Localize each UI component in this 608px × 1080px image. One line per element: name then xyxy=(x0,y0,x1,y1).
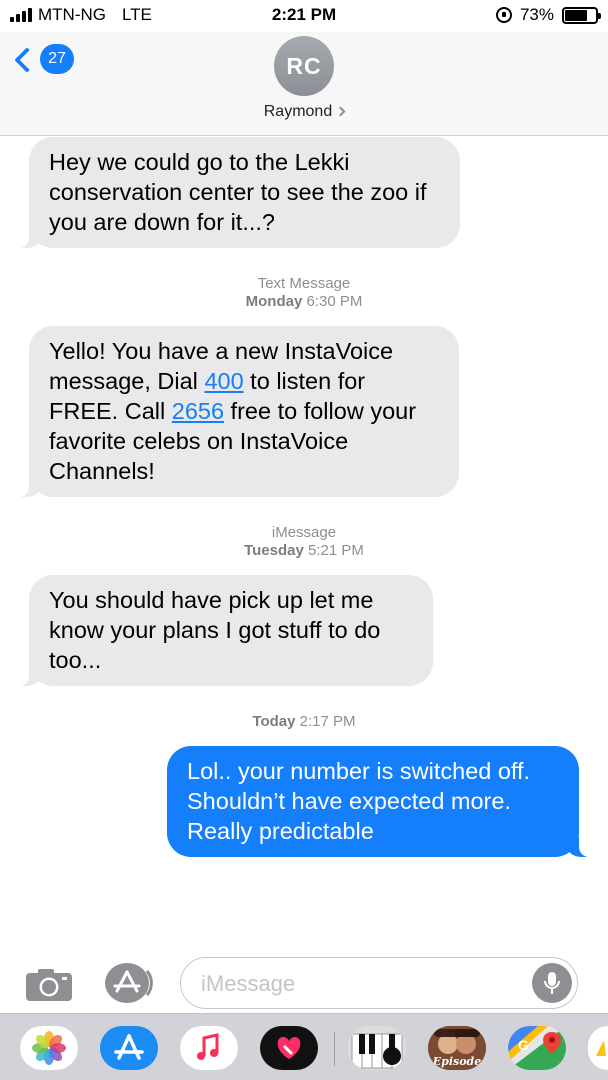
message-text: Hey we could go to the Lekki conservatio… xyxy=(49,149,427,235)
battery-percent: 73% xyxy=(519,5,554,24)
episode-app-icon[interactable]: Episode xyxy=(428,1026,486,1070)
svg-text:G: G xyxy=(518,1037,529,1053)
message-placeholder: iMessage xyxy=(201,971,296,996)
phone-link-2656[interactable]: 2656 xyxy=(172,398,224,424)
timestamp-day: Tuesday xyxy=(244,542,304,559)
input-bar: iMessage xyxy=(0,945,608,1017)
google-maps-app-icon[interactable]: G xyxy=(508,1026,566,1070)
timestamp-time: 5:21 PM xyxy=(308,542,364,559)
battery-fill xyxy=(565,9,587,21)
digital-touch-app-icon[interactable] xyxy=(260,1026,318,1070)
status-right: 73% xyxy=(495,5,601,25)
message-input[interactable]: iMessage xyxy=(180,957,578,1009)
microphone-icon[interactable] xyxy=(532,963,572,1003)
timestamp-day: Today xyxy=(252,713,296,730)
timestamp-day: Monday xyxy=(245,293,303,310)
camera-icon[interactable] xyxy=(24,967,74,1003)
rotation-lock-icon xyxy=(495,7,512,23)
incoming-message-bubble[interactable]: Yello! You have a new InstaVoice message… xyxy=(15,326,459,497)
unread-count-badge: 27 xyxy=(40,44,74,74)
timestamp-time: 2:17 PM xyxy=(299,713,356,730)
service-label: Text Message xyxy=(257,275,351,292)
photos-app-icon[interactable] xyxy=(20,1026,78,1070)
episode-app-label: Episode xyxy=(432,1055,482,1068)
outgoing-message-bubble[interactable]: Lol.. your number is switched off. Shoul… xyxy=(167,746,593,857)
status-bar: MTN-NG LTE 2:21 PM 73% xyxy=(0,0,608,32)
back-button[interactable]: 27 xyxy=(14,44,74,74)
app-store-app-icon[interactable] xyxy=(100,1026,158,1070)
app-store-icon[interactable] xyxy=(103,961,155,1005)
phone-link-400[interactable]: 400 xyxy=(204,368,243,394)
incoming-message-bubble[interactable]: You should have pick up let me know your… xyxy=(15,575,433,686)
timestamp-divider: Text Message Monday 6:30 PM xyxy=(0,275,608,311)
piano-app-icon[interactable] xyxy=(348,1026,406,1070)
message-text: Lol.. your number is switched off. Shoul… xyxy=(187,758,531,844)
contact-name-button[interactable]: Raymond xyxy=(0,103,608,121)
message-text: You should have pick up let me know your… xyxy=(49,587,381,673)
timestamp-divider: Today 2:17 PM xyxy=(0,713,608,731)
timestamp-time: 6:30 PM xyxy=(306,293,363,310)
chevron-left-icon xyxy=(14,47,40,73)
partial-app-icon[interactable] xyxy=(588,1026,608,1070)
conversation-header: 27 RC Raymond xyxy=(0,32,608,136)
service-label: iMessage xyxy=(271,524,337,541)
music-app-icon[interactable] xyxy=(180,1026,238,1070)
drawer-separator xyxy=(334,1032,335,1066)
contact-name: Raymond xyxy=(263,103,333,120)
contact-avatar[interactable]: RC xyxy=(274,36,334,96)
incoming-message-bubble[interactable]: Hey we could go to the Lekki conservatio… xyxy=(15,137,460,248)
app-drawer: Episode G xyxy=(0,1013,608,1080)
timestamp-divider: iMessage Tuesday 5:21 PM xyxy=(0,524,608,560)
message-thread[interactable]: Hey we could go to the Lekki conservatio… xyxy=(0,137,608,945)
chevron-right-icon xyxy=(335,106,346,117)
message-text: Yello! You have a new InstaVoice message… xyxy=(49,336,439,486)
battery-icon xyxy=(562,6,601,24)
